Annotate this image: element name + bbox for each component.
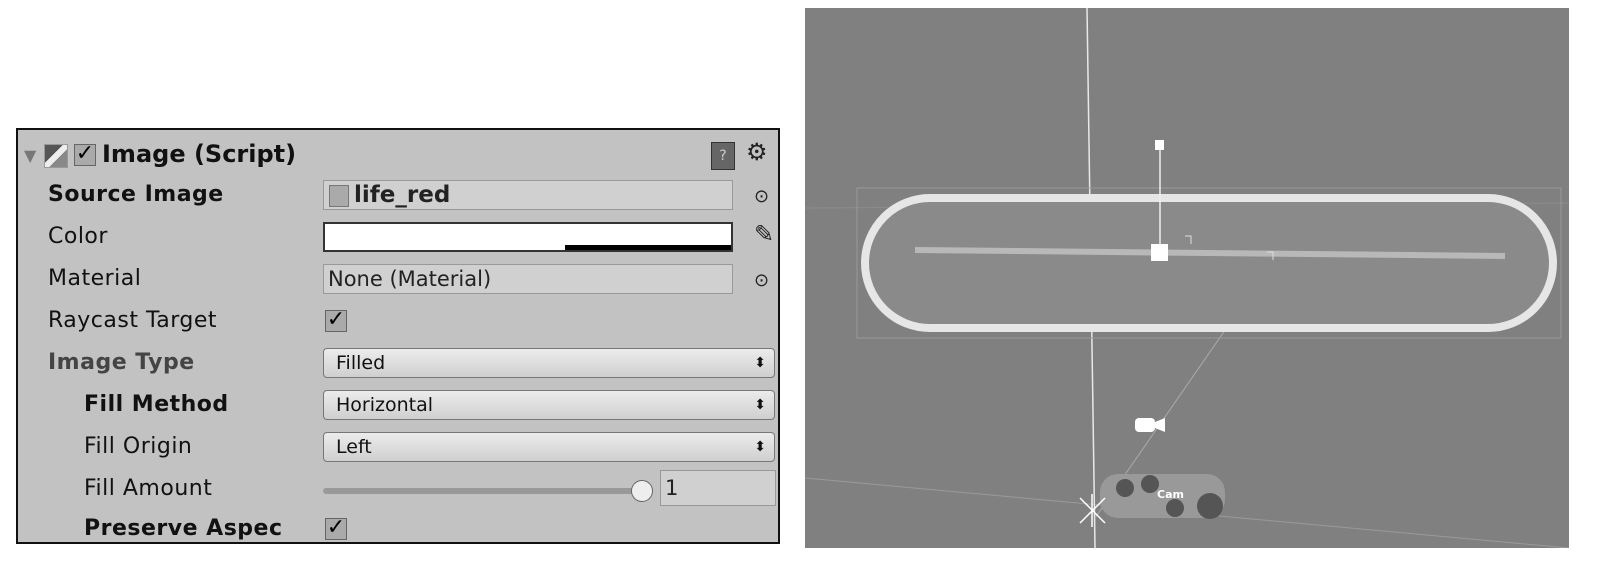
image-type-label: Image Type: [48, 350, 195, 375]
slider-thumb[interactable]: [631, 480, 653, 502]
fill-method-label: Fill Method: [84, 392, 229, 417]
source-image-label: Source Image: [48, 182, 224, 207]
fill-method-value: Horizontal: [336, 394, 434, 416]
image-component-inspector: ▼ ✓ Image (Script) ? ⚙ Source Image life…: [16, 128, 780, 544]
material-row: Material None (Material) ⊙: [18, 260, 778, 300]
component-title: Image (Script): [102, 140, 297, 168]
fill-method-dropdown[interactable]: Horizontal ⬍: [323, 390, 775, 420]
object-picker-icon[interactable]: ⊙: [754, 186, 769, 207]
source-image-value: life_red: [354, 182, 451, 208]
fill-method-row: Fill Method Horizontal ⬍: [18, 386, 778, 426]
material-field[interactable]: None (Material): [323, 264, 733, 294]
gear-icon[interactable]: ⚙: [746, 138, 768, 166]
preserve-aspect-label: Preserve Aspec: [84, 516, 283, 541]
raycast-target-label: Raycast Target: [48, 308, 218, 333]
rotation-handle: [1155, 140, 1164, 150]
image-component-icon: [44, 144, 68, 168]
camera-label: Cam: [1157, 488, 1184, 501]
dropdown-arrows-icon: ⬍: [754, 397, 766, 413]
preserve-aspect-row: Preserve Aspec ✓: [18, 510, 778, 550]
fill-amount-value: 1: [665, 476, 679, 500]
preserve-aspect-checkbox[interactable]: ✓: [325, 517, 347, 540]
component-enabled-checkbox[interactable]: ✓: [74, 143, 96, 166]
material-label: Material: [48, 266, 142, 291]
life-bar-sprite: [861, 194, 1557, 332]
image-type-value: Filled: [336, 352, 386, 374]
scene-canvas: Cam: [805, 8, 1569, 548]
fill-origin-value: Left: [336, 436, 372, 458]
foldout-arrow-icon[interactable]: ▼: [24, 146, 36, 165]
camera-gizmo-icon: [1135, 418, 1165, 432]
source-image-field[interactable]: life_red: [323, 180, 733, 210]
fill-amount-row: Fill Amount 1: [18, 470, 778, 510]
alpha-bar: [564, 245, 731, 250]
object-picker-icon[interactable]: ⊙: [754, 270, 769, 291]
image-type-dropdown[interactable]: Filled ⬍: [323, 348, 775, 378]
color-swatch[interactable]: [323, 222, 733, 252]
color-row: Color ✎: [18, 218, 778, 258]
fill-origin-label: Fill Origin: [84, 434, 193, 459]
material-value: None (Material): [328, 267, 492, 291]
raycast-target-row: Raycast Target ✓: [18, 302, 778, 342]
source-image-row: Source Image life_red ⊙: [18, 176, 778, 216]
help-icon[interactable]: ?: [711, 142, 735, 170]
image-type-row: Image Type Filled ⬍: [18, 344, 778, 384]
raycast-target-checkbox[interactable]: ✓: [325, 309, 347, 332]
dropdown-arrows-icon: ⬍: [754, 355, 766, 371]
fill-origin-row: Fill Origin Left ⬍: [18, 428, 778, 468]
component-header: ▼ ✓ Image (Script) ? ⚙: [18, 136, 778, 176]
dropdown-arrows-icon: ⬍: [754, 439, 766, 455]
fill-origin-dropdown[interactable]: Left ⬍: [323, 432, 775, 462]
scene-view[interactable]: Cam: [805, 8, 1569, 548]
sprite-icon: [329, 185, 349, 207]
fill-amount-slider[interactable]: [323, 480, 653, 502]
fill-amount-input[interactable]: 1: [660, 470, 776, 506]
eyedropper-icon[interactable]: ✎: [754, 220, 774, 248]
fill-amount-label: Fill Amount: [84, 476, 213, 501]
pivot-handle: [1151, 244, 1168, 261]
color-label: Color: [48, 224, 108, 249]
